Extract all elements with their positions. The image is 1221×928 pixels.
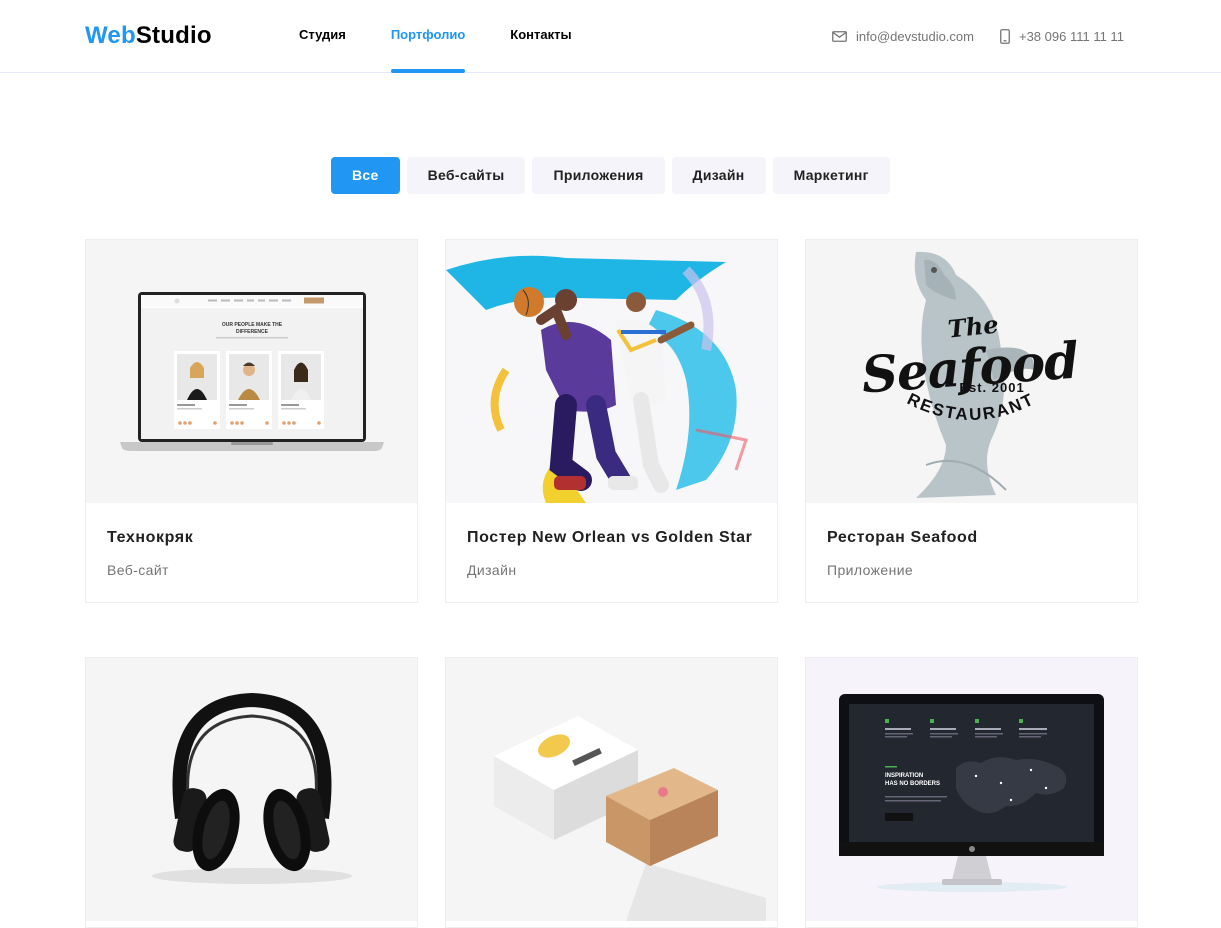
logo-part-studio: Studio (135, 22, 212, 49)
portfolio-card-packaging[interactable] (445, 657, 778, 928)
filter-design[interactable]: Дизайн (671, 157, 766, 194)
card-image-laptop: OUR PEOPLE MAKE THE DIFFERENCE (86, 240, 417, 503)
filter-all[interactable]: Все (331, 157, 400, 194)
card-image-seafood-logo: The Seafood Est. 2001 RESTAURANT (806, 240, 1137, 503)
svg-text:OUR PEOPLE MAKE THE: OUR PEOPLE MAKE THE (222, 322, 283, 328)
phone-icon (1000, 29, 1010, 44)
monitor-heading-2: HAS NO BORDERS (885, 781, 940, 787)
phone-link[interactable]: +38 096 111 11 11 (1000, 29, 1124, 44)
card-image-packaging (446, 658, 777, 921)
filter-marketing[interactable]: Маркетинг (772, 157, 890, 194)
header-contacts: info@devstudio.com +38 096 111 11 11 (832, 0, 1124, 73)
nav-item-contacts[interactable]: Контакты (510, 0, 571, 73)
svg-text:DIFFERENCE: DIFFERENCE (236, 329, 269, 335)
card-meta: Ресторан Seafood Приложение (806, 503, 1137, 602)
filter-websites[interactable]: Веб-сайты (406, 157, 526, 194)
nav-item-portfolio[interactable]: Портфолио (390, 0, 466, 73)
logo[interactable]: WebStudio (85, 22, 212, 50)
portfolio-filters: Все Веб-сайты Приложения Дизайн Маркетин… (331, 157, 890, 194)
card-image-headphones (86, 658, 417, 921)
seafood-est-text: Est. 2001 (959, 380, 1024, 395)
card-category: Приложение (827, 562, 914, 578)
site-header: WebStudio Студия Портфолио Контакты info… (0, 0, 1221, 73)
card-title: Ресторан Seafood (827, 529, 978, 546)
laptop-illustration: OUR PEOPLE MAKE THE DIFFERENCE (86, 240, 417, 503)
card-image-monitor: INSPIRATION HAS NO BORDERS (806, 658, 1137, 921)
card-image-basketball-poster (446, 240, 777, 503)
card-meta: Технокряк Веб-сайт (86, 503, 417, 602)
email-link[interactable]: info@devstudio.com (832, 29, 974, 44)
email-text: info@devstudio.com (856, 29, 974, 44)
card-category: Дизайн (467, 562, 517, 578)
portfolio-card-poster[interactable]: Постер New Orlean vs Golden Star Дизайн (445, 239, 778, 603)
nav-item-studio[interactable]: Студия (299, 0, 346, 73)
portfolio-card-headphones[interactable] (85, 657, 418, 928)
mail-icon (832, 31, 847, 42)
packaging-illustration (446, 658, 777, 921)
monitor-illustration: INSPIRATION HAS NO BORDERS (806, 658, 1137, 921)
card-title: Технокряк (107, 529, 194, 546)
phone-text: +38 096 111 11 11 (1018, 29, 1124, 44)
filter-apps[interactable]: Приложения (532, 157, 665, 194)
headphones-illustration (86, 658, 417, 921)
logo-part-web: Web (85, 22, 136, 49)
portfolio-card-technokryak[interactable]: OUR PEOPLE MAKE THE DIFFERENCE Технокряк… (85, 239, 418, 603)
card-meta: Постер New Orlean vs Golden Star Дизайн (446, 503, 777, 602)
portfolio-card-monitor[interactable]: INSPIRATION HAS NO BORDERS (805, 657, 1138, 928)
card-category: Веб-сайт (107, 562, 169, 578)
card-title: Постер New Orlean vs Golden Star (467, 529, 753, 546)
monitor-heading-1: INSPIRATION (885, 773, 923, 779)
basketball-poster-illustration (446, 240, 777, 503)
main-nav: Студия Портфолио Контакты (299, 0, 572, 73)
portfolio-card-seafood[interactable]: The Seafood Est. 2001 RESTAURANT Рестора… (805, 239, 1138, 603)
seafood-logo-illustration: The Seafood Est. 2001 RESTAURANT (806, 240, 1137, 503)
